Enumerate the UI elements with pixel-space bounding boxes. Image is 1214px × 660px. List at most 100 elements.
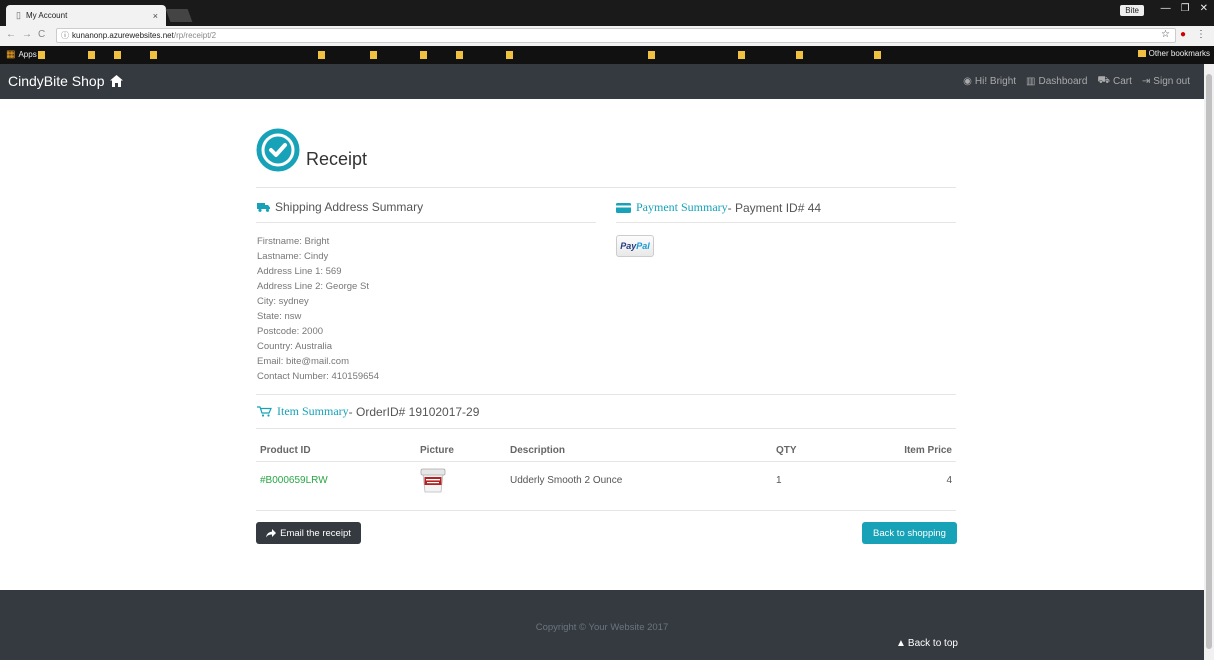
divider: [256, 187, 956, 188]
address-line: City: sydney: [257, 296, 309, 307]
column-header-product-id: Product ID: [260, 445, 311, 456]
divider: [256, 394, 956, 395]
tab-title: My Account: [25, 11, 68, 20]
brand-name: CindyBite Shop: [8, 73, 105, 89]
greeting-label: Hi! Bright: [974, 76, 1017, 87]
apps-shortcut[interactable]: ▦ Apps: [6, 49, 37, 60]
back-to-shopping-label: Back to shopping: [873, 527, 946, 539]
shopping-cart-icon: [257, 406, 272, 417]
window-controls: — ❐ ✕: [1161, 3, 1208, 14]
nav-sign-out[interactable]: ⇥ Sign out: [1142, 75, 1190, 88]
credit-card-icon: [616, 202, 631, 213]
restore-icon[interactable]: ❐: [1181, 3, 1190, 14]
column-header-item-price: Item Price: [904, 445, 952, 456]
divider: [616, 222, 956, 223]
bookmark-icon[interactable]: [506, 51, 513, 59]
sign-out-label: Sign out: [1153, 76, 1190, 87]
payment-summary-link[interactable]: Payment Summary: [636, 200, 728, 215]
bookmark-icon[interactable]: [456, 51, 463, 59]
shipping-title-label: Shipping Address Summary: [275, 200, 424, 214]
page-scrollbar[interactable]: [1204, 64, 1214, 660]
address-line: Address Line 1: 569: [257, 266, 342, 277]
info-icon[interactable]: ⓘ: [61, 30, 69, 41]
divider: [256, 222, 596, 223]
nav-cart[interactable]: ⛟ Cart: [1097, 75, 1132, 88]
tab-close-icon[interactable]: ×: [153, 11, 158, 21]
check-circle-icon: [256, 128, 300, 172]
product-description: Udderly Smooth 2 Ounce: [510, 475, 623, 486]
address-line: Email: bite@mail.com: [257, 356, 349, 367]
cart-label: Cart: [1113, 76, 1132, 87]
back-arrow-icon[interactable]: ←: [6, 29, 16, 40]
profile-button[interactable]: Bite: [1120, 5, 1144, 16]
menu-icon[interactable]: ⋮: [1196, 29, 1206, 40]
cart-icon: ⛟: [1097, 75, 1110, 86]
nav-greeting[interactable]: ◉ Hi! Bright: [963, 75, 1016, 88]
column-header-description: Description: [510, 445, 566, 456]
forward-arrow-icon[interactable]: →: [22, 29, 32, 40]
bookmark-icon[interactable]: [796, 51, 803, 59]
bookmarks-bar: ▦ Apps Other bookmarks: [0, 46, 1214, 64]
email-receipt-label: Email the receipt: [280, 527, 351, 539]
url-bar[interactable]: ⓘ kunanonp.azurewebsites.net/rp/receipt/…: [56, 28, 1176, 43]
back-to-top-link[interactable]: ▲ Back to top: [896, 638, 958, 649]
site-footer: Copyright © Your Website 2017 ▲ Back to …: [0, 590, 1204, 660]
folder-icon: [1137, 50, 1146, 57]
brand-link[interactable]: CindyBite Shop: [8, 73, 123, 89]
bookmark-icon[interactable]: [114, 51, 121, 59]
column-header-picture: Picture: [420, 445, 454, 456]
scrollbar-thumb[interactable]: [1206, 74, 1212, 649]
back-to-top-label: Back to top: [907, 638, 958, 649]
bookmark-icon[interactable]: [150, 51, 157, 59]
bookmark-icon[interactable]: [738, 51, 745, 59]
page-icon: ▯: [16, 10, 21, 20]
new-tab-button[interactable]: [165, 9, 193, 22]
payment-section-title: Payment Summary - Payment ID# 44: [616, 200, 821, 215]
other-bookmarks[interactable]: Other bookmarks: [1137, 49, 1210, 58]
item-section-title: Item Summary - OrderID# 19102017-29: [257, 404, 479, 419]
item-summary-link[interactable]: Item Summary: [277, 404, 349, 419]
close-window-icon[interactable]: ✕: [1200, 3, 1208, 14]
column-header-qty: QTY: [776, 445, 797, 456]
bookmark-icon[interactable]: [420, 51, 427, 59]
other-bookmarks-label: Other bookmarks: [1148, 49, 1210, 58]
product-qty: 1: [776, 475, 782, 486]
site-navbar: CindyBite Shop ◉ Hi! Bright ▥ Dashboard ⛟ C…: [0, 64, 1204, 99]
minimize-icon[interactable]: —: [1161, 3, 1171, 14]
reload-icon[interactable]: C: [38, 29, 45, 40]
copyright-text: Copyright © Your Website 2017: [535, 622, 669, 633]
paypal-logo: Pay Pal: [616, 235, 654, 257]
divider: [256, 428, 956, 429]
url-host: kunanonp.azurewebsites.net: [72, 31, 174, 40]
paypal-logo-pay: Pay: [620, 241, 637, 251]
browser-tab-strip: ▯ My Account × Bite — ❐ ✕: [0, 0, 1214, 26]
email-receipt-button[interactable]: Email the receipt: [256, 522, 361, 544]
product-image: [420, 468, 446, 493]
extension-icon[interactable]: ●: [1180, 29, 1186, 40]
apps-grid-icon: ▦: [6, 49, 16, 60]
bookmark-icon[interactable]: [370, 51, 377, 59]
product-id-link[interactable]: #B000659LRW: [260, 475, 328, 486]
address-toolbar: ← → C ⓘ kunanonp.azurewebsites.net/rp/re…: [0, 26, 1214, 46]
address-line: Postcode: 2000: [257, 326, 324, 337]
paypal-logo-pal: Pal: [636, 241, 650, 251]
address-line: State: nsw: [257, 311, 302, 322]
back-to-shopping-button[interactable]: Back to shopping: [862, 522, 957, 544]
share-arrow-icon: [266, 528, 277, 537]
home-icon: [109, 75, 123, 87]
bookmark-icon[interactable]: [38, 51, 45, 59]
receipt-header: Receipt: [256, 128, 367, 172]
truck-icon: [257, 203, 270, 212]
bookmark-icon[interactable]: [88, 51, 95, 59]
bookmark-icon[interactable]: [318, 51, 325, 59]
address-line: Address Line 2: George St: [257, 281, 369, 292]
browser-tab[interactable]: ▯ My Account ×: [6, 5, 166, 26]
bookmark-icon[interactable]: [874, 51, 881, 59]
star-icon[interactable]: ☆: [1161, 29, 1170, 40]
nav-dashboard[interactable]: ▥ Dashboard: [1026, 75, 1087, 88]
url-path: /rp/receipt/2: [173, 31, 217, 40]
order-id-label: - OrderID# 19102017-29: [348, 404, 480, 419]
bookmark-icon[interactable]: [648, 51, 655, 59]
shipping-section-title: Shipping Address Summary: [257, 200, 423, 214]
address-line: Firstname: Bright: [257, 236, 330, 247]
